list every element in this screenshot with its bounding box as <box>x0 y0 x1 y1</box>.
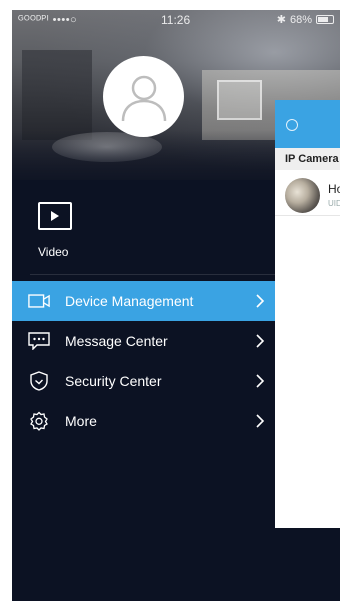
bluetooth-icon: ✱ <box>276 14 286 26</box>
back-icon[interactable] <box>286 119 298 131</box>
status-time: 11:26 <box>161 13 191 27</box>
background-photo-shelf <box>22 50 92 140</box>
device-thumbnail <box>285 178 320 213</box>
menu-item-label: Device Management <box>65 293 194 309</box>
camera-icon <box>28 291 50 311</box>
status-bar: ᴳᴼᴼᴰᴾᴵ ••••○ 11:26 ✱ 68% <box>12 10 340 30</box>
carrier-signal: ᴳᴼᴼᴰᴾᴵ ••••○ <box>18 14 78 26</box>
app-screen: ᴳᴼᴼᴰᴾᴵ ••••○ 11:26 ✱ 68% Video Device Ma… <box>12 10 340 601</box>
message-icon <box>28 331 50 351</box>
menu-item-security-center[interactable]: Security Center <box>12 361 275 401</box>
menu-item-device-management[interactable]: Device Management <box>12 281 275 321</box>
menu-item-label: Message Center <box>65 333 168 349</box>
device-list-item[interactable]: Ho UID <box>275 170 340 216</box>
battery-percent: 68% <box>289 13 312 26</box>
avatar[interactable] <box>103 56 184 137</box>
gear-icon <box>28 411 50 431</box>
user-icon <box>121 75 166 121</box>
status-right: ✱ 68% <box>277 13 334 26</box>
chevron-right-icon <box>256 414 265 428</box>
shield-icon <box>28 371 50 391</box>
divider <box>30 274 280 275</box>
video-button[interactable] <box>38 202 72 230</box>
section-header: IP Camera <box>275 148 340 170</box>
video-label: Video <box>38 245 69 259</box>
menu-item-label: More <box>65 413 97 429</box>
drawer-menu: Device Management Message Center Securit… <box>12 281 275 441</box>
chevron-right-icon <box>256 374 265 388</box>
play-icon <box>51 211 59 221</box>
menu-item-label: Security Center <box>65 373 162 389</box>
panel-header <box>275 100 340 148</box>
main-content-panel[interactable]: IP Camera Ho UID <box>275 100 340 528</box>
background-photo-window <box>217 80 262 120</box>
chevron-right-icon <box>256 334 265 348</box>
device-uid: UID <box>328 199 340 208</box>
menu-item-message-center[interactable]: Message Center <box>12 321 275 361</box>
menu-item-more[interactable]: More <box>12 401 275 441</box>
device-name: Ho <box>328 182 340 196</box>
battery-icon <box>316 15 334 24</box>
chevron-right-icon <box>256 294 265 308</box>
